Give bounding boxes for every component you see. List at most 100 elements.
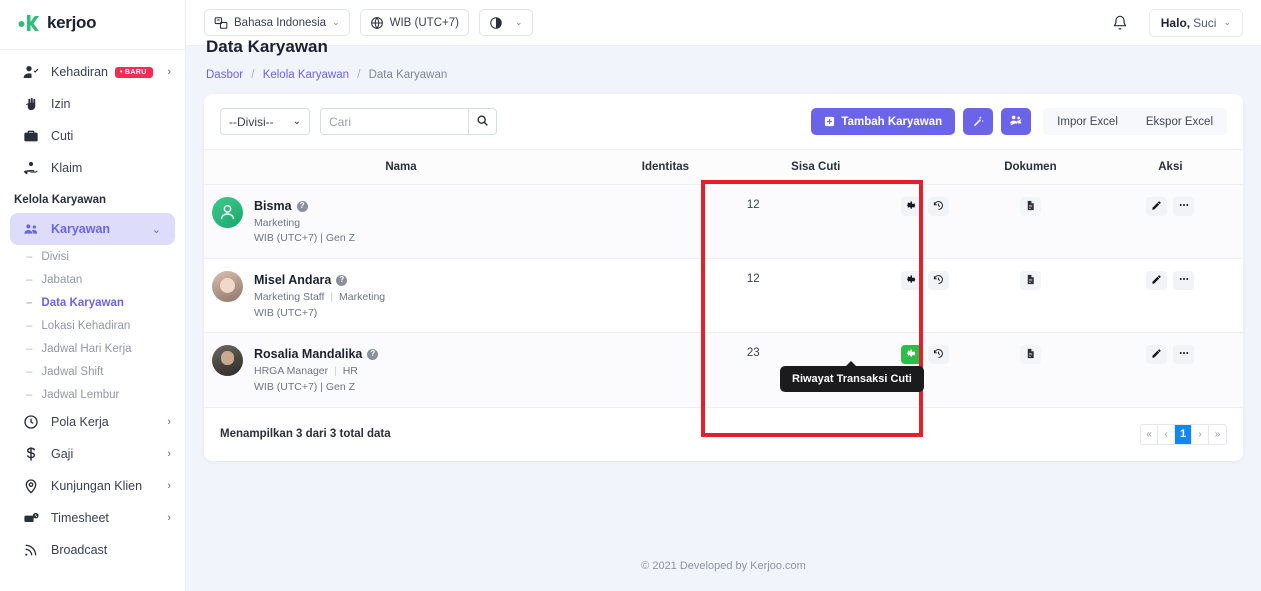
more-actions-button[interactable] [1173, 345, 1195, 365]
sidebar-item-broadcast[interactable]: Broadcast [0, 534, 185, 566]
sidebar-item-gaji[interactable]: Gaji › [0, 438, 185, 470]
sidebar-item-timesheet[interactable]: Timesheet › [0, 502, 185, 534]
leave-history-button[interactable] [928, 197, 950, 216]
magic-wand-button[interactable] [963, 108, 994, 135]
employee-name: Rosalia Mandalika [254, 347, 363, 362]
column-header-sisa-cuti: Sisa Cuti [732, 149, 899, 185]
contrast-icon [489, 16, 503, 30]
sidebar-item-kunjungan-klien[interactable]: Kunjungan Klien › [0, 470, 185, 502]
employee-name: Bisma [254, 199, 292, 213]
search-input[interactable] [320, 108, 468, 135]
table-head: Nama Identitas Sisa Cuti Dokumen Aksi [204, 149, 1243, 185]
search-button[interactable] [468, 108, 497, 135]
document-button[interactable] [1019, 271, 1041, 291]
gear-icon [906, 199, 917, 214]
results-info: Menampilkan 3 dari 3 total data [220, 428, 391, 441]
edit-button[interactable] [1146, 271, 1168, 291]
pagination-next[interactable]: › [1192, 424, 1209, 444]
bell-icon[interactable] [1105, 8, 1135, 38]
sidebar-item-label: Kehadiran [51, 65, 108, 79]
sidebar-subitem-label: Jabatan [41, 273, 83, 286]
table-row[interactable]: Misel Andara ? Marketing Staff | Marketi… [204, 258, 1243, 334]
division-select[interactable]: --Divisi-- ⌄ [220, 108, 310, 135]
leave-settings-button[interactable] [901, 345, 923, 365]
dash-icon: – [26, 319, 33, 332]
sidebar: kerjoo Kehadiran BARU › Izin [0, 0, 186, 591]
search-icon [476, 114, 489, 130]
sidebar-item-label: Kunjungan Klien [51, 479, 143, 493]
document-button[interactable] [1019, 345, 1041, 365]
breadcrumb: Dasbor / Kelola Karyawan / Data Karyawan [204, 59, 1243, 94]
sidebar-item-label: Izin [51, 97, 71, 111]
plus-square-icon [824, 116, 835, 127]
action-buttons [1098, 345, 1243, 365]
import-excel-button[interactable]: Impor Excel [1043, 108, 1132, 135]
briefcase-icon [22, 127, 40, 145]
table-row[interactable]: Rosalia Mandalika ? HRGA Manager | HR WI… [204, 332, 1243, 408]
employee-timezone: WIB (UTC+7) [254, 306, 318, 319]
meta-separator: | [320, 232, 323, 245]
column-header-dokumen: Dokumen [963, 149, 1098, 185]
leave-settings-button[interactable] [901, 271, 923, 291]
app-root: kerjoo Kehadiran BARU › Izin [0, 0, 1261, 591]
table-toolbar: --Divisi-- ⌄ Cari Tambah Karyawan Impor … [204, 94, 1243, 149]
more-actions-button[interactable] [1173, 197, 1195, 216]
leave-history-button[interactable] [928, 345, 950, 365]
sidebar-subitem-data-karyawan[interactable]: – Data Karyawan [0, 291, 185, 314]
add-employee-button[interactable]: Tambah Karyawan [811, 108, 956, 135]
sidebar-item-label: Klaim [51, 161, 83, 175]
employee-generation: Gen Z [325, 380, 356, 393]
sidebar-item-label: Broadcast [51, 543, 108, 557]
employee-table: Nama Identitas Sisa Cuti Dokumen Aksi Bi… [204, 149, 1243, 408]
employee-meta: WIB (UTC+7) | Gen Z [254, 232, 355, 246]
document-button[interactable] [1019, 197, 1041, 216]
leave-settings-button[interactable] [901, 197, 923, 216]
sidebar-item-pola-kerja[interactable]: Pola Kerja › [0, 406, 185, 438]
action-buttons [1098, 197, 1243, 216]
pagination-first[interactable]: « [1141, 424, 1158, 444]
cell-sisa-cuti: 12 [732, 184, 964, 260]
pagination-page-1[interactable]: 1 [1175, 424, 1192, 444]
theme-toggle[interactable]: ⌄ [478, 9, 533, 36]
help-icon[interactable]: ? [367, 349, 379, 361]
pagination-last[interactable]: » [1209, 424, 1226, 444]
breadcrumb-item-dasbor[interactable]: Dasbor [206, 69, 243, 81]
breadcrumb-item-kelola-karyawan[interactable]: Kelola Karyawan [263, 69, 349, 81]
more-actions-button[interactable] [1173, 271, 1195, 291]
cell-dokumen [963, 332, 1098, 408]
help-icon[interactable]: ? [336, 274, 348, 286]
sidebar-item-izin[interactable]: Izin [0, 88, 185, 120]
sidebar-subitem-jadwal-shift[interactable]: – Jadwal Shift [0, 360, 185, 383]
sidebar-subitem-jadwal-lembur[interactable]: – Jadwal Lembur [0, 383, 185, 406]
sidebar-item-cuti[interactable]: Cuti [0, 120, 185, 152]
timezone-selector[interactable]: WIB (UTC+7) [359, 9, 469, 36]
help-icon[interactable]: ? [296, 200, 308, 212]
sidebar-item-kehadiran[interactable]: Kehadiran BARU › [0, 56, 185, 88]
employee-meta: WIB (UTC+7) | Gen Z [254, 381, 378, 395]
bulk-users-button[interactable] [1001, 108, 1032, 135]
edit-button[interactable] [1146, 197, 1168, 216]
brand-logo[interactable]: kerjoo [0, 0, 185, 46]
table-row[interactable]: Bisma ? Marketing WIB (UTC+7) | Gen Z 12 [204, 184, 1243, 260]
export-excel-button[interactable]: Ekspor Excel [1132, 108, 1227, 135]
edit-button[interactable] [1146, 345, 1168, 365]
leave-history-button[interactable] [928, 271, 950, 291]
cell-nama: Rosalia Mandalika ? HRGA Manager | HR WI… [204, 332, 599, 408]
sidebar-subitem-label: Lokasi Kehadiran [41, 319, 131, 332]
sidebar-item-label: Cuti [51, 129, 74, 143]
sidebar-subitem-lokasi-kehadiran[interactable]: – Lokasi Kehadiran [0, 314, 185, 337]
chevron-down-icon: ⌄ [332, 17, 340, 27]
sidebar-item-klaim[interactable]: Klaim [0, 152, 185, 184]
gear-icon [906, 347, 917, 362]
employee-division: Marketing [339, 290, 386, 303]
footer-copyright: © 2021 Developed by Kerjoo.com [641, 560, 806, 572]
user-menu[interactable]: Halo, Suci ⌄ [1148, 8, 1243, 37]
sidebar-item-karyawan[interactable]: Karyawan ⌄ [10, 213, 175, 245]
pencil-icon [1151, 199, 1162, 214]
sidebar-subitem-divisi[interactable]: – Divisi [0, 245, 185, 268]
language-selector[interactable]: Bahasa Indonesia ⌄ [204, 9, 350, 36]
sidebar-subitem-jadwal-hari-kerja[interactable]: – Jadwal Hari Kerja [0, 337, 185, 360]
sidebar-subitem-jabatan[interactable]: – Jabatan [0, 268, 185, 291]
pagination-prev[interactable]: ‹ [1158, 424, 1175, 444]
dash-icon: – [26, 342, 33, 355]
